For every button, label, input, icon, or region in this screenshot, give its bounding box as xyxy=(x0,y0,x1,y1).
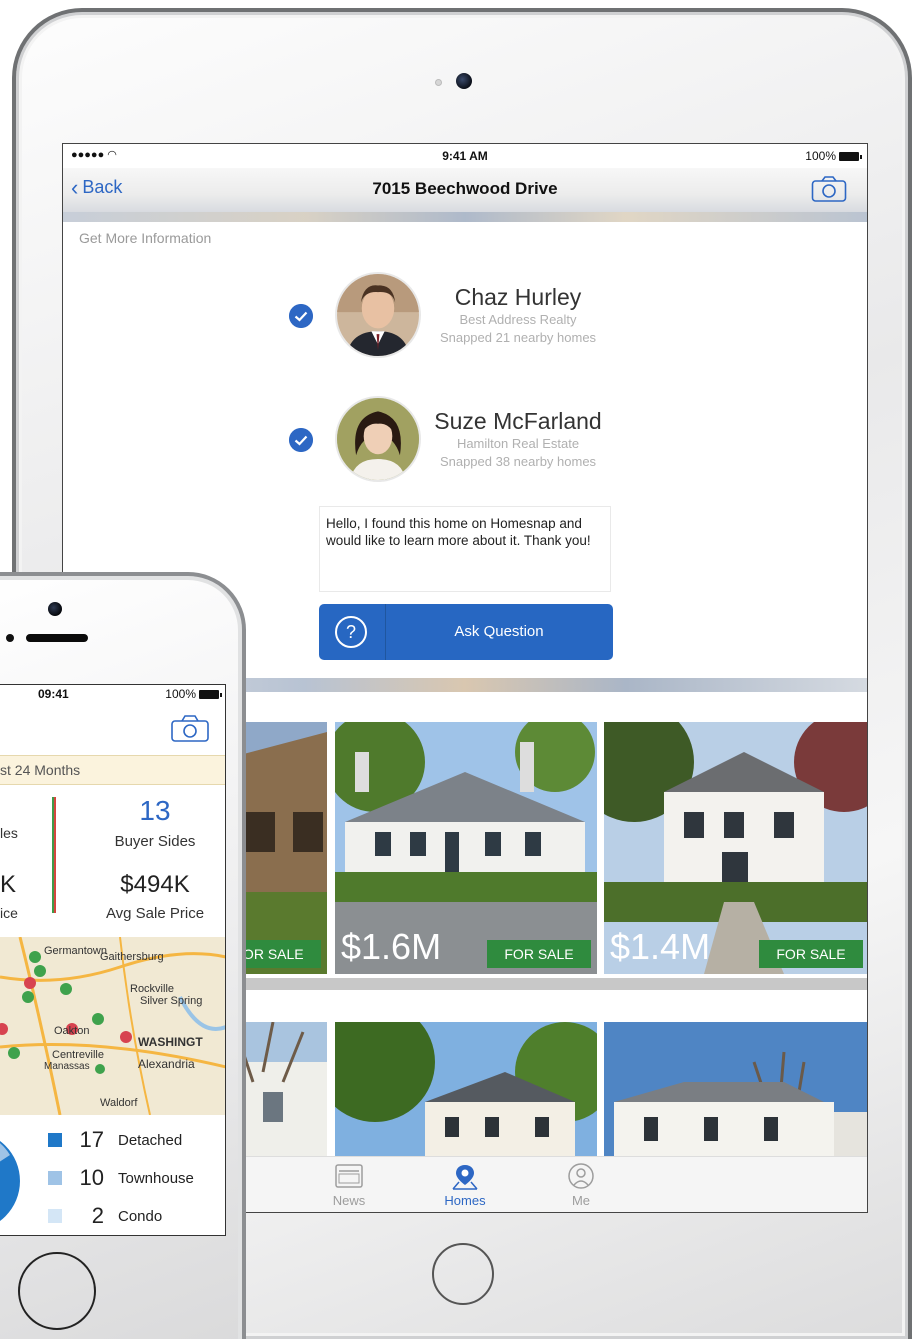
tab-label: Me xyxy=(571,1193,591,1208)
map-view[interactable]: Germantown Gaithersburg Rockville Silver… xyxy=(0,937,225,1115)
legend-label: Condo xyxy=(118,1207,163,1225)
legend-item: 10 Townhouse xyxy=(48,1165,194,1191)
legend-count: 2 xyxy=(91,1203,104,1228)
message-textarea[interactable]: Hello, I found this home on Homesnap and… xyxy=(319,506,611,592)
device-showcase: ●●●●● ◠ 9:41 AM 100% ‹ Back 7015 Beechwo… xyxy=(0,0,917,1339)
agent-avatar xyxy=(335,272,421,358)
checkmark-icon[interactable] xyxy=(289,428,313,452)
checkmark-icon[interactable] xyxy=(289,304,313,328)
agent-row[interactable]: Suze McFarland Hamilton Real Estate Snap… xyxy=(289,396,619,486)
nav-bar: ‹ Back 7015 Beechwood Drive xyxy=(63,168,867,212)
legend-label: Townhouse xyxy=(118,1169,194,1187)
legend-count: 10 xyxy=(79,1165,104,1190)
for-sale-tag: FOR SALE xyxy=(759,940,863,968)
person-icon xyxy=(568,1163,594,1189)
buyer-sides-value: 13 xyxy=(139,795,171,826)
status-bar: ●●●●● ◠ 9:41 AM 100% xyxy=(63,144,867,168)
map-label: Gaithersburg xyxy=(100,951,164,963)
nav-bar-backdrop xyxy=(63,212,867,222)
listing-tile[interactable] xyxy=(335,1022,597,1162)
stats-divider xyxy=(52,797,56,913)
map-label: Oakton xyxy=(54,1025,90,1037)
map-label: WASHINGT xyxy=(138,1035,203,1049)
price-bar: $1.6M FOR SALE xyxy=(335,924,597,974)
legend-label: Detached xyxy=(118,1131,183,1149)
legend-item: 17 Detached xyxy=(48,1127,182,1153)
legend-swatch xyxy=(48,1133,62,1147)
map-label: Germantown xyxy=(44,945,107,957)
agent-info: Chaz Hurley Best Address Realty Snapped … xyxy=(423,284,613,347)
map-roads xyxy=(0,937,225,1115)
for-sale-tag: FOR SALE xyxy=(487,940,591,968)
news-icon xyxy=(335,1164,363,1188)
tab-me[interactable]: Me xyxy=(551,1163,611,1208)
seller-price-value: K xyxy=(0,871,17,898)
map-label: Alexandria xyxy=(138,1057,195,1071)
iphone-sensor-icon xyxy=(6,634,14,642)
house-photo xyxy=(604,1022,867,1162)
agent-name: Chaz Hurley xyxy=(454,284,582,310)
agent-snapped-count: Snapped 38 nearby homes xyxy=(439,454,597,469)
listing-tile[interactable] xyxy=(604,1022,867,1162)
battery-percent: 100% xyxy=(165,687,196,701)
iphone-home-button[interactable] xyxy=(18,1252,96,1330)
map-label: Rockville xyxy=(130,983,175,995)
ask-question-label: Ask Question xyxy=(454,623,544,640)
agent-company: Best Address Realty xyxy=(459,312,577,327)
battery-indicator: 100% xyxy=(805,149,862,163)
tab-label: Homes xyxy=(444,1193,486,1208)
status-time: 9:41 AM xyxy=(442,149,488,163)
ask-question-button[interactable]: ? Ask Question xyxy=(319,604,613,660)
tab-news[interactable]: News xyxy=(319,1163,379,1208)
battery-indicator: 100% xyxy=(165,687,222,701)
camera-icon[interactable] xyxy=(811,175,847,203)
avg-sale-price-label: Avg Sale Price xyxy=(105,905,205,922)
seller-price-label: ice xyxy=(0,905,18,921)
listing-tile[interactable]: $1.6M FOR SALE xyxy=(335,722,597,974)
section-label: Get More Information xyxy=(79,230,212,246)
seller-sides-label: les xyxy=(0,825,18,841)
battery-percent: 100% xyxy=(805,149,836,163)
buyer-sides-label: Buyer Sides xyxy=(114,833,196,850)
battery-icon xyxy=(839,151,862,161)
question-icon: ? xyxy=(335,616,367,648)
period-header: st 24 Months xyxy=(0,755,225,785)
map-pin-icon xyxy=(452,1165,478,1190)
tab-label: News xyxy=(332,1193,366,1208)
map-label: Silver Spring xyxy=(140,995,203,1007)
iphone-speaker xyxy=(26,634,88,642)
page-title: 7015 Beechwood Drive xyxy=(372,179,558,198)
tab-homes[interactable]: Homes xyxy=(435,1163,495,1208)
ipad-camera-icon xyxy=(456,73,472,89)
agent-info: Suze McFarland Hamilton Real Estate Snap… xyxy=(423,408,613,471)
agent-snapped-count: Snapped 21 nearby homes xyxy=(439,330,597,345)
agent-avatar xyxy=(335,396,421,482)
iphone-camera-icon xyxy=(48,602,62,616)
avg-sale-price-value: $494K xyxy=(120,871,190,898)
legend-count: 17 xyxy=(79,1127,104,1152)
iphone-screen: 09:41 100% st 24 Months les 13 Buyer Sid… xyxy=(0,684,226,1236)
ipad-sensor-icon xyxy=(435,79,442,86)
ipad-home-button[interactable] xyxy=(432,1243,494,1305)
map-label: Centreville xyxy=(52,1049,104,1061)
map-label: Manassas xyxy=(44,1061,90,1072)
battery-icon xyxy=(199,689,222,699)
legend-item: 2 Condo xyxy=(48,1203,162,1229)
camera-icon[interactable] xyxy=(170,713,210,743)
listing-tile[interactable]: $1.4M FOR SALE xyxy=(604,722,867,974)
legend-swatch xyxy=(48,1209,62,1223)
legend-swatch xyxy=(48,1171,62,1185)
map-label: Waldorf xyxy=(100,1097,138,1109)
status-time: 09:41 xyxy=(38,687,69,701)
pie-chart xyxy=(0,1141,20,1221)
agent-row[interactable]: Chaz Hurley Best Address Realty Snapped … xyxy=(289,272,619,362)
listing-price: $1.4M xyxy=(610,926,711,967)
agent-company: Hamilton Real Estate xyxy=(456,436,580,451)
agent-name: Suze McFarland xyxy=(434,408,602,434)
listing-price: $1.6M xyxy=(341,926,442,967)
status-bar: 09:41 100% xyxy=(0,685,225,703)
price-bar: $1.4M FOR SALE xyxy=(604,924,867,974)
house-photo xyxy=(335,1022,597,1162)
